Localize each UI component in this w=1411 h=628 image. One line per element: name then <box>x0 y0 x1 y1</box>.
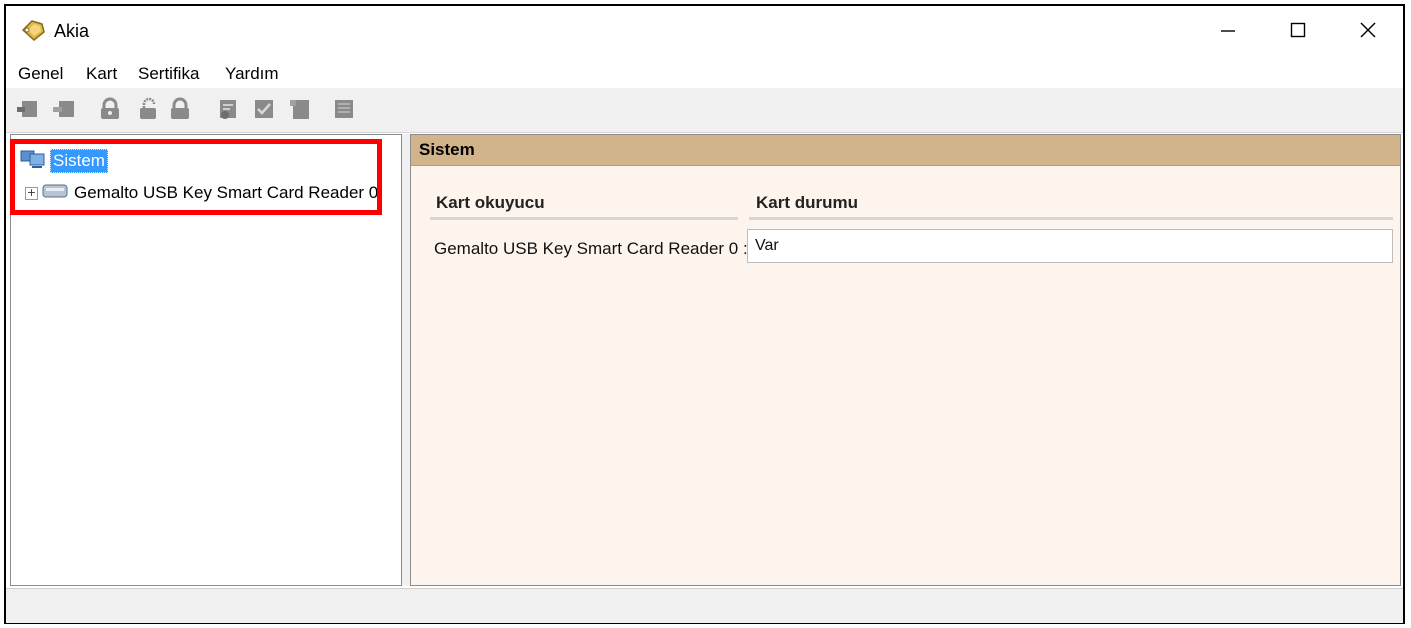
menu-sertifika[interactable]: Sertifika <box>138 64 199 84</box>
tree-item-sistem[interactable]: Sistem <box>20 149 108 173</box>
app-window: Akia Genel Kart Sertifika Yardım Sistem … <box>4 4 1405 624</box>
tree-label-card-reader[interactable]: Gemalto USB Key Smart Card Reader 0 <box>74 183 378 203</box>
column-divider <box>430 217 738 220</box>
column-header-kart-durumu: Kart durumu <box>756 193 858 212</box>
close-button[interactable] <box>1333 6 1403 54</box>
card-icon[interactable] <box>288 97 312 121</box>
minimize-button[interactable] <box>1193 6 1263 54</box>
maximize-icon <box>1290 22 1306 38</box>
column-header-kart-okuyucu: Kart okuyucu <box>436 193 545 212</box>
title-bar[interactable]: Akia <box>6 6 1403 58</box>
toolbar <box>6 88 1403 133</box>
menu-kart[interactable]: Kart <box>86 64 117 84</box>
column-divider <box>749 217 1393 220</box>
card-status-field[interactable]: Var <box>747 229 1393 263</box>
menu-yardim[interactable]: Yardım <box>225 64 279 84</box>
minimize-icon <box>1221 30 1235 32</box>
maximize-button[interactable] <box>1263 6 1333 54</box>
details-header: Sistem <box>411 135 1400 166</box>
expand-icon[interactable]: + <box>25 186 38 200</box>
window-title: Akia <box>54 21 90 41</box>
tree-label-sistem[interactable]: Sistem <box>50 149 108 173</box>
computer-icon <box>20 148 46 175</box>
unlock-icon[interactable] <box>136 97 160 121</box>
card-insert-icon[interactable] <box>16 97 40 121</box>
lock-icon[interactable] <box>168 97 192 121</box>
certificate-sign-icon[interactable] <box>216 97 240 121</box>
card-remove-icon[interactable] <box>52 97 76 121</box>
tree-pane: Sistem + Gemalto USB Key Smart Card Read… <box>10 134 402 586</box>
reader-name-label: Gemalto USB Key Smart Card Reader 0 : <box>434 239 748 258</box>
key-tag-icon <box>20 18 46 42</box>
lock-key-icon[interactable] <box>98 97 122 121</box>
menu-genel[interactable]: Genel <box>18 64 63 84</box>
certificate-verify-icon[interactable] <box>252 97 276 121</box>
status-bar <box>6 588 1403 623</box>
details-pane: Sistem Kart okuyucu Kart durumu Gemalto … <box>410 134 1401 586</box>
menu-bar: Genel Kart Sertifika Yardım <box>6 58 1403 89</box>
splitter[interactable] <box>402 134 410 586</box>
tree-item-card-reader[interactable]: + Gemalto USB Key Smart Card Reader 0 <box>25 181 378 205</box>
close-icon <box>1360 22 1376 38</box>
report-icon[interactable] <box>332 97 356 121</box>
card-reader-icon <box>42 182 68 205</box>
